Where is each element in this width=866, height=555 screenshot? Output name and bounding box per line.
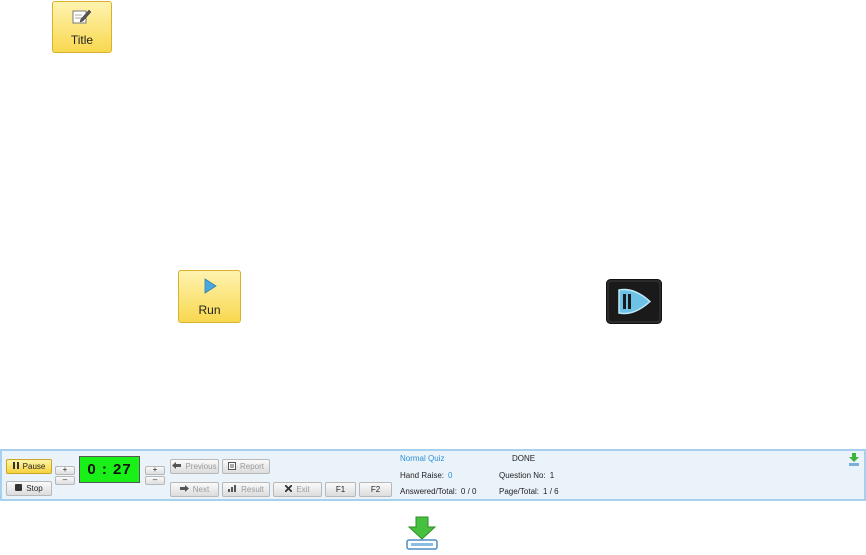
quiz-toolbar: Pause Stop + – 0 : 27 + – Previous Repor…	[0, 449, 866, 501]
next-button[interactable]: Next	[170, 482, 219, 497]
download-icon[interactable]	[404, 516, 440, 550]
result-button[interactable]: Result	[222, 482, 270, 497]
stop-label: Stop	[26, 484, 43, 493]
pause-button[interactable]: Pause	[6, 459, 52, 474]
play-icon	[203, 278, 217, 297]
run-button[interactable]: Run	[178, 270, 241, 323]
run-button-label: Run	[198, 303, 221, 317]
timer-minutes-decrease-button[interactable]: –	[55, 476, 75, 485]
page-total: Page/Total: 1 / 6	[499, 487, 559, 496]
stop-button[interactable]: Stop	[6, 481, 52, 496]
timer-seconds-increase-button[interactable]: +	[145, 466, 165, 475]
previous-button[interactable]: Previous	[170, 459, 219, 474]
f1-button[interactable]: F1	[325, 482, 356, 497]
stop-icon	[15, 484, 23, 493]
close-icon	[284, 484, 293, 494]
report-label: Report	[239, 462, 264, 471]
exit-label: Exit	[296, 485, 310, 494]
pencil-icon	[72, 7, 92, 28]
quiz-state: DONE	[512, 454, 536, 463]
answered-total-value: 0 / 0	[460, 487, 477, 496]
question-no-value: 1	[549, 471, 555, 480]
answered-total: Answered/Total: 0 / 0	[400, 487, 477, 496]
page-total-value: 1 / 6	[543, 487, 559, 496]
report-button[interactable]: Report	[222, 459, 270, 474]
page-total-label: Page/Total:	[499, 487, 540, 496]
timer-display: 0 : 27	[79, 456, 140, 483]
exit-button[interactable]: Exit	[273, 482, 322, 497]
title-button[interactable]: Title	[52, 1, 112, 53]
arrow-left-icon	[172, 462, 182, 471]
pause-label: Pause	[22, 462, 46, 471]
timer-seconds-decrease-button[interactable]: –	[145, 476, 165, 485]
answered-total-label: Answered/Total:	[400, 487, 457, 496]
chart-icon	[228, 485, 237, 494]
previous-label: Previous	[185, 462, 217, 471]
hand-raise: Hand Raise: 0	[400, 471, 452, 480]
result-label: Result	[241, 485, 264, 494]
next-label: Next	[192, 485, 210, 494]
timer-minutes-increase-button[interactable]: +	[55, 466, 75, 475]
download-icon[interactable]	[848, 453, 860, 466]
f2-button[interactable]: F2	[359, 482, 392, 497]
hand-raise-label: Hand Raise:	[400, 471, 445, 480]
media-play-icon[interactable]	[606, 279, 662, 324]
quiz-type: Normal Quiz	[400, 454, 445, 463]
question-no: Question No: 1	[499, 471, 554, 480]
report-icon	[227, 461, 236, 472]
pause-icon	[12, 462, 19, 471]
hand-raise-value: 0	[448, 471, 453, 480]
title-button-label: Title	[70, 33, 94, 47]
question-no-label: Question No:	[499, 471, 546, 480]
arrow-right-icon	[179, 485, 189, 494]
